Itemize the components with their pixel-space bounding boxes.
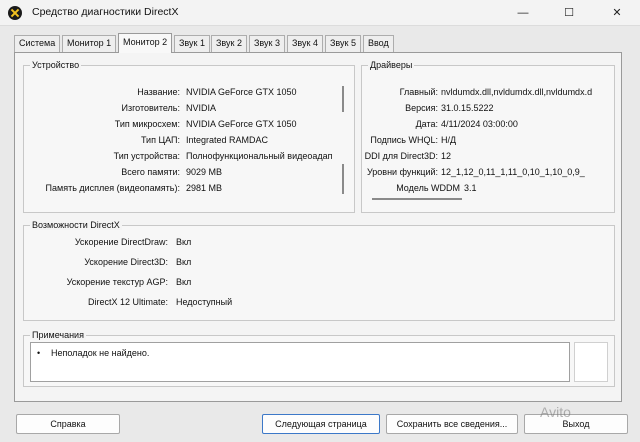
device-row: Память дисплея (видеопамять): 2981 MB — [24, 180, 354, 196]
driver-row-value: 4/11/2024 03:00:00 — [441, 119, 518, 129]
tab-sound-5[interactable]: Звук 5 — [325, 35, 361, 52]
device-row: Всего памяти: 9029 MB — [24, 164, 354, 180]
device-group: Устройство Название: NVIDIA GeForce GTX … — [23, 60, 355, 213]
device-row-value: NVIDIA GeForce GTX 1050 — [186, 87, 297, 97]
driver-row-value: Н/Д — [441, 135, 457, 145]
tab-sound-3[interactable]: Звук 3 — [249, 35, 285, 52]
tab-sound-2[interactable]: Звук 2 — [211, 35, 247, 52]
driver-row-value: 12_1,12_0,11_1,11_0,10_1,10_0,9_ — [441, 167, 585, 177]
device-row-label: Изготовитель: — [121, 103, 181, 113]
feature-row: Ускорение DirectDraw: Вкл — [24, 234, 424, 250]
directx-features-title: Возможности DirectX — [30, 220, 122, 230]
help-button[interactable]: Справка — [16, 414, 120, 434]
driver-row-label: Дата: — [415, 119, 438, 129]
tab-content-panel: Устройство Название: NVIDIA GeForce GTX … — [14, 52, 622, 402]
tab-system[interactable]: Система — [14, 35, 61, 52]
device-row: Тип ЦАП: Integrated RAMDAC — [24, 132, 354, 148]
feature-row-value: Вкл — [176, 257, 192, 267]
notes-group: Примечания • Неполадок не найдено. — [23, 330, 615, 387]
device-scrollbar[interactable] — [342, 86, 344, 112]
driver-row-value: 31.0.15.5222 — [441, 103, 494, 113]
device-scrollbar-lower[interactable] — [342, 164, 344, 194]
driver-row: Главный: nvldumdx.dll,nvldumdx.dll,nvldu… — [362, 84, 614, 100]
note-bullet: • — [37, 348, 41, 358]
device-row-value: NVIDIA — [186, 103, 217, 113]
driver-row: DDI для Direct3D: 12 — [362, 148, 614, 164]
device-row-value: NVIDIA GeForce GTX 1050 — [186, 119, 297, 129]
note-item: Неполадок не найдено. — [51, 348, 150, 358]
driver-row-label: Уровни функций: — [366, 167, 438, 177]
notes-title: Примечания — [30, 330, 86, 340]
notes-text-area[interactable]: • Неполадок не найдено. — [30, 342, 570, 382]
tab-input[interactable]: Ввод — [363, 35, 394, 52]
device-row: Тип микросхем: NVIDIA GeForce GTX 1050 — [24, 116, 354, 132]
feature-row-value: Недоступный — [176, 297, 233, 307]
title-bar: Средство диагностики DirectX — ☐ ✕ — [0, 0, 640, 26]
minimize-button[interactable]: — — [500, 0, 546, 26]
device-row-value: Integrated RAMDAC — [186, 135, 269, 145]
device-row: Название: NVIDIA GeForce GTX 1050 — [24, 84, 354, 100]
tab-sound-4[interactable]: Звук 4 — [287, 35, 323, 52]
feature-row-value: Вкл — [176, 277, 192, 287]
driver-row-label: Версия: — [405, 103, 438, 113]
device-row-value: 9029 MB — [186, 167, 223, 177]
driver-row: Подпись WHQL: Н/Д — [362, 132, 614, 148]
driver-row: Модель WDDM 3.1 — [362, 180, 614, 196]
feature-row-label: Ускорение Direct3D: — [84, 257, 168, 267]
driver-row: Уровни функций: 12_1,12_0,11_1,11_0,10_1… — [362, 164, 614, 180]
driver-row-label: Главный: — [399, 87, 438, 97]
driver-row: Версия: 31.0.15.5222 — [362, 100, 614, 116]
drivers-scrollbar[interactable] — [372, 198, 462, 200]
device-row: Изготовитель: NVIDIA — [24, 100, 354, 116]
feature-row: Ускорение текстур AGP: Вкл — [24, 274, 424, 290]
device-group-title: Устройство — [30, 60, 82, 70]
close-button[interactable]: ✕ — [594, 0, 640, 26]
driver-row-value: 3.1 — [464, 183, 477, 193]
feature-row: DirectX 12 Ultimate: Недоступный — [24, 294, 424, 310]
driver-row: Дата: 4/11/2024 03:00:00 — [362, 116, 614, 132]
tab-monitor-2[interactable]: Монитор 2 — [118, 33, 173, 53]
device-row-label: Память дисплея (видеопамять): — [45, 183, 180, 193]
feature-row: Ускорение Direct3D: Вкл — [24, 254, 424, 270]
device-row-label: Тип микросхем: — [114, 119, 180, 129]
next-page-button[interactable]: Следующая страница — [262, 414, 380, 434]
feature-row-label: DirectX 12 Ultimate: — [87, 297, 168, 307]
device-row: Тип устройства: Полнофункциональный виде… — [24, 148, 354, 164]
window-title: Средство диагностики DirectX — [32, 6, 179, 18]
driver-row-label: DDI для Direct3D: — [364, 151, 438, 161]
device-row-label: Тип устройства: — [113, 151, 180, 161]
driver-row-value: 12 — [441, 151, 452, 161]
device-row-value: Полнофункциональный видеоадап — [186, 151, 333, 161]
driver-row-value: nvldumdx.dll,nvldumdx.dll,nvldumdx.d — [441, 87, 593, 97]
directx-app-icon — [8, 6, 22, 20]
driver-row-label: Модель WDDM — [396, 183, 460, 193]
feature-row-value: Вкл — [176, 237, 192, 247]
tab-monitor-1[interactable]: Монитор 1 — [62, 35, 117, 52]
notes-scrollbar[interactable] — [574, 342, 608, 382]
feature-row-label: Ускорение DirectDraw: — [74, 237, 168, 247]
device-row-label: Всего памяти: — [121, 167, 180, 177]
drivers-group-title: Драйверы — [368, 60, 415, 70]
avito-watermark: Avito — [540, 404, 571, 420]
maximize-button[interactable]: ☐ — [546, 0, 592, 26]
device-row-label: Тип ЦАП: — [140, 135, 180, 145]
feature-row-label: Ускорение текстур AGP: — [66, 277, 168, 287]
device-row-label: Название: — [137, 87, 180, 97]
tab-sound-1[interactable]: Звук 1 — [174, 35, 210, 52]
drivers-group: Драйверы Главный: nvldumdx.dll,nvldumdx.… — [361, 60, 615, 213]
device-row-value: 2981 MB — [186, 183, 223, 193]
driver-row-label: Подпись WHQL: — [370, 135, 438, 145]
directx-features-group: Возможности DirectX Ускорение DirectDraw… — [23, 220, 615, 321]
save-all-button[interactable]: Сохранить все сведения... — [386, 414, 518, 434]
